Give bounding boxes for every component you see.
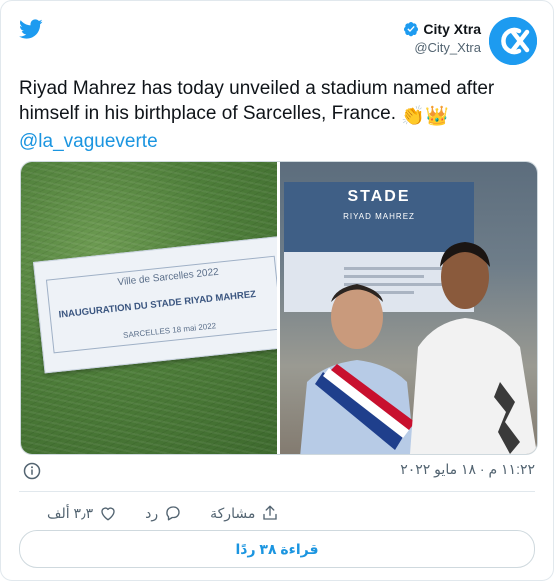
media-grid: Ville de Sarcelles 2022 INAUGURATION DU … [20,161,538,455]
like-count: ٣٫٣ ألف [47,504,94,521]
mahrez-figure [410,242,537,454]
heart-icon [101,507,115,521]
author-handle[interactable]: @City_Xtra [403,40,481,55]
read-replies-button[interactable]: قراءة ٣٨ ردًا [19,530,535,568]
tweet-timestamp[interactable]: ١١:٢٢ م · ١٨ مايو ٢٠٢٢ [400,461,535,478]
share-label: مشاركة [210,504,256,521]
divider [19,491,535,492]
action-bar: ٣٫٣ ألف رد مشاركة [19,501,535,525]
tweet-header: City Xtra @City_Xtra [1,1,553,69]
verified-badge-icon [404,22,419,37]
author-block[interactable]: City Xtra @City_Xtra [403,21,481,55]
photo-plaque-on-grass[interactable]: Ville de Sarcelles 2022 INAUGURATION DU … [21,162,277,454]
inauguration-plaque: Ville de Sarcelles 2022 INAUGURATION DU … [33,235,277,374]
tweet-body: Riyad Mahrez has today unveiled a stadiu… [19,76,539,154]
share-button[interactable]: مشاركة [210,504,279,522]
reply-button[interactable]: رد [145,504,182,522]
tweet-card: City Xtra @City_Xtra Riyad Mahrez has to… [0,0,554,581]
stade-name: RIYAD MAHREZ [343,212,415,221]
reply-bubble-icon [166,506,180,521]
city-xtra-logo-icon [489,17,537,65]
mention-link[interactable]: @la_vagueverte [19,129,539,154]
share-upload-icon [263,505,278,520]
plaque-date-text: SARCELLES 18 mai 2022 [122,321,217,340]
stade-word: STADE [347,188,411,205]
photo-stadium-sign[interactable]: STADE RIYAD MAHREZ [280,162,537,454]
info-icon[interactable] [23,462,41,480]
plaque-title-text: INAUGURATION DU STADE RIYAD MAHREZ [58,288,257,321]
plaque-ville-text: Ville de Sarcelles 2022 [117,266,220,289]
twitter-bird-icon[interactable] [19,17,43,41]
avatar[interactable] [489,17,537,65]
reply-label: رد [145,504,159,521]
author-name[interactable]: City Xtra [423,21,481,37]
clapping-crown-emoji-icon: 👏👑 [401,106,449,127]
like-button[interactable]: ٣٫٣ ألف [47,504,117,522]
